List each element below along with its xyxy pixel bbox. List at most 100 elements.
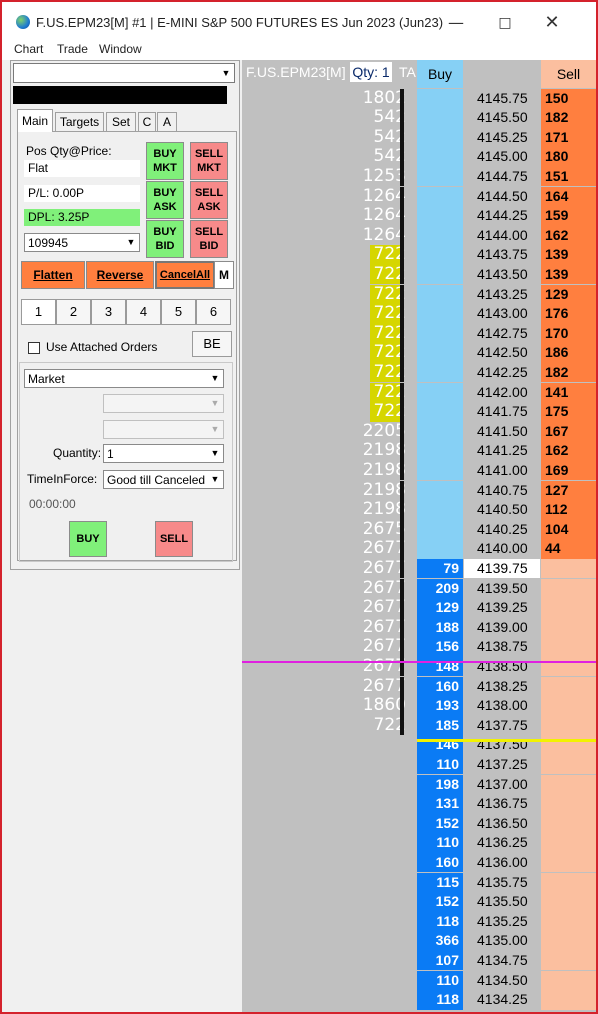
menu-window[interactable]: Window (99, 42, 142, 56)
buy-cell[interactable] (417, 519, 463, 540)
buy-cell[interactable] (417, 127, 463, 148)
maximize-button[interactable]: □ (485, 10, 525, 36)
buy-cell[interactable] (417, 362, 463, 383)
price-select-1[interactable]: ▼ (103, 394, 224, 413)
breakeven-button[interactable]: BE (192, 331, 232, 357)
buy-cell[interactable] (417, 539, 463, 559)
sell-cell[interactable]: 176 (541, 304, 596, 324)
buy-cell[interactable] (417, 245, 463, 265)
tab-set[interactable]: Set (106, 112, 136, 131)
tab-main[interactable]: Main (17, 109, 53, 132)
buy-cell[interactable] (417, 382, 463, 403)
tab-c[interactable]: C (138, 112, 156, 131)
menu-chart[interactable]: Chart (14, 42, 43, 56)
buy-cell[interactable] (417, 441, 463, 461)
buy-cell[interactable] (417, 480, 463, 501)
buy-cell[interactable] (417, 402, 463, 422)
qty-preset-4[interactable]: 4 (126, 299, 161, 325)
buy-cell[interactable]: 188 (417, 617, 463, 638)
cancel-all-button[interactable]: CancelAll (155, 261, 215, 289)
sell-cell[interactable]: 104 (541, 519, 596, 540)
sell-cell[interactable]: 162 (541, 441, 596, 461)
buy-button[interactable]: BUY (69, 521, 107, 557)
buy-cell[interactable] (417, 284, 463, 305)
price-select-2[interactable]: ▼ (103, 420, 224, 439)
buy-cell[interactable]: 79 (417, 558, 463, 579)
buy-cell[interactable]: 209 (417, 578, 463, 599)
buy-cell[interactable]: 160 (417, 852, 463, 873)
sell-cell[interactable] (541, 598, 596, 618)
sell-cell[interactable] (541, 676, 596, 697)
ladder-qty-field[interactable]: Qty: 1 (350, 62, 392, 82)
sell-cell[interactable]: 182 (541, 362, 596, 383)
qty-preset-5[interactable]: 5 (161, 299, 196, 325)
sell-cell[interactable] (541, 774, 596, 795)
buy-cell[interactable]: 156 (417, 637, 463, 657)
buy-cell[interactable] (417, 186, 463, 207)
buy-cell[interactable]: 107 (417, 950, 463, 971)
buy-cell[interactable] (417, 323, 463, 344)
sell-cell[interactable]: 112 (541, 500, 596, 520)
qty-preset-6[interactable]: 6 (196, 299, 231, 325)
tif-select[interactable]: Good till Canceled ▼ (103, 470, 224, 489)
sell-cell[interactable] (541, 852, 596, 873)
account-dropdown[interactable]: 109945 ▼ (24, 233, 140, 252)
buy-cell[interactable]: 131 (417, 794, 463, 814)
sell-cell[interactable] (541, 578, 596, 599)
sell-cell[interactable] (541, 970, 596, 991)
sell-cell[interactable]: 139 (541, 264, 596, 285)
buy-cell[interactable] (417, 206, 463, 226)
sell-cell[interactable]: 141 (541, 382, 596, 403)
buy-cell[interactable]: 152 (417, 813, 463, 834)
buy-cell[interactable]: 152 (417, 892, 463, 912)
sell-cell[interactable] (541, 990, 596, 1010)
buy-cell[interactable] (417, 500, 463, 520)
buy-cell[interactable]: 118 (417, 990, 463, 1010)
buy-cell[interactable]: 148 (417, 656, 463, 677)
sell-cell[interactable] (541, 813, 596, 834)
sell-cell[interactable] (541, 637, 596, 657)
sell-cell[interactable] (541, 833, 596, 853)
buy-cell[interactable] (417, 225, 463, 246)
buy-cell[interactable]: 110 (417, 754, 463, 775)
buy-cell[interactable]: 118 (417, 911, 463, 932)
buy-bid-button[interactable]: BUY BID (146, 220, 184, 258)
qty-preset-3[interactable]: 3 (91, 299, 126, 325)
close-button[interactable]: ✕ (532, 10, 572, 36)
attached-orders-checkbox[interactable] (28, 342, 40, 354)
order-type-select[interactable]: Market ▼ (24, 369, 224, 388)
buy-cell[interactable]: 160 (417, 676, 463, 697)
sell-cell[interactable] (541, 872, 596, 893)
buy-ask-button[interactable]: BUY ASK (146, 181, 184, 219)
sell-bid-button[interactable]: SELL BID (190, 220, 228, 258)
sell-cell[interactable]: 164 (541, 186, 596, 207)
quantity-select[interactable]: 1 ▼ (103, 444, 224, 463)
sell-cell[interactable] (541, 656, 596, 677)
title-bar[interactable]: F.US.EPM23[M] #1 | E-MINI S&P 500 FUTURE… (2, 2, 596, 38)
sell-cell[interactable]: 44 (541, 539, 596, 559)
sell-cell[interactable]: 162 (541, 225, 596, 246)
tab-targets[interactable]: Targets (55, 112, 104, 131)
sell-button[interactable]: SELL (155, 521, 193, 557)
flatten-button[interactable]: Flatten (21, 261, 85, 289)
sell-cell[interactable]: 169 (541, 460, 596, 481)
buy-cell[interactable] (417, 88, 463, 109)
buy-cell[interactable]: 115 (417, 872, 463, 893)
sell-cell[interactable] (541, 794, 596, 814)
sell-cell[interactable] (541, 931, 596, 951)
sell-cell[interactable] (541, 617, 596, 638)
sell-cell[interactable]: 167 (541, 421, 596, 442)
sell-cell[interactable] (541, 715, 596, 736)
sell-cell[interactable]: 150 (541, 88, 596, 109)
buy-cell[interactable]: 110 (417, 970, 463, 991)
account-select[interactable]: ▼ (13, 63, 235, 83)
buy-cell[interactable]: 185 (417, 715, 463, 736)
sell-cell[interactable]: 186 (541, 343, 596, 363)
sell-cell[interactable] (541, 754, 596, 775)
reverse-button[interactable]: Reverse (86, 261, 154, 289)
sell-ask-button[interactable]: SELL ASK (190, 181, 228, 219)
buy-cell[interactable] (417, 166, 463, 187)
minimize-button[interactable]: — (436, 10, 476, 36)
buy-cell[interactable] (417, 460, 463, 481)
sell-cell[interactable]: 159 (541, 206, 596, 226)
